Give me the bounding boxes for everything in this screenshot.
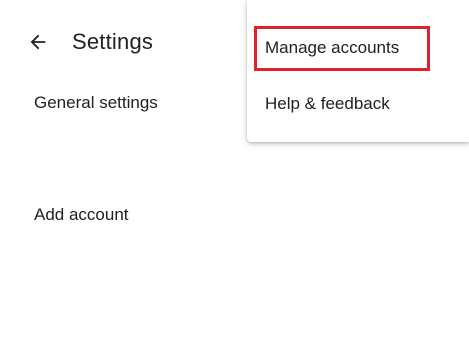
arrow-back-icon <box>30 34 46 50</box>
page-title: Settings <box>72 29 154 54</box>
list-item-label: General settings <box>34 93 158 112</box>
menu-item-label: Manage accounts <box>265 38 400 57</box>
list-item-add-account[interactable]: Add account <box>0 196 469 236</box>
menu-item-manage-accounts[interactable]: Manage accounts <box>247 22 469 74</box>
overflow-menu: Manage accounts Help & feedback <box>247 0 469 142</box>
menu-item-label: Help & feedback <box>265 94 390 113</box>
back-button[interactable] <box>22 26 54 58</box>
settings-screen: Settings General settings Add account Ma… <box>0 0 469 350</box>
menu-item-help-feedback[interactable]: Help & feedback <box>247 78 469 130</box>
list-item-label: Add account <box>34 205 129 224</box>
